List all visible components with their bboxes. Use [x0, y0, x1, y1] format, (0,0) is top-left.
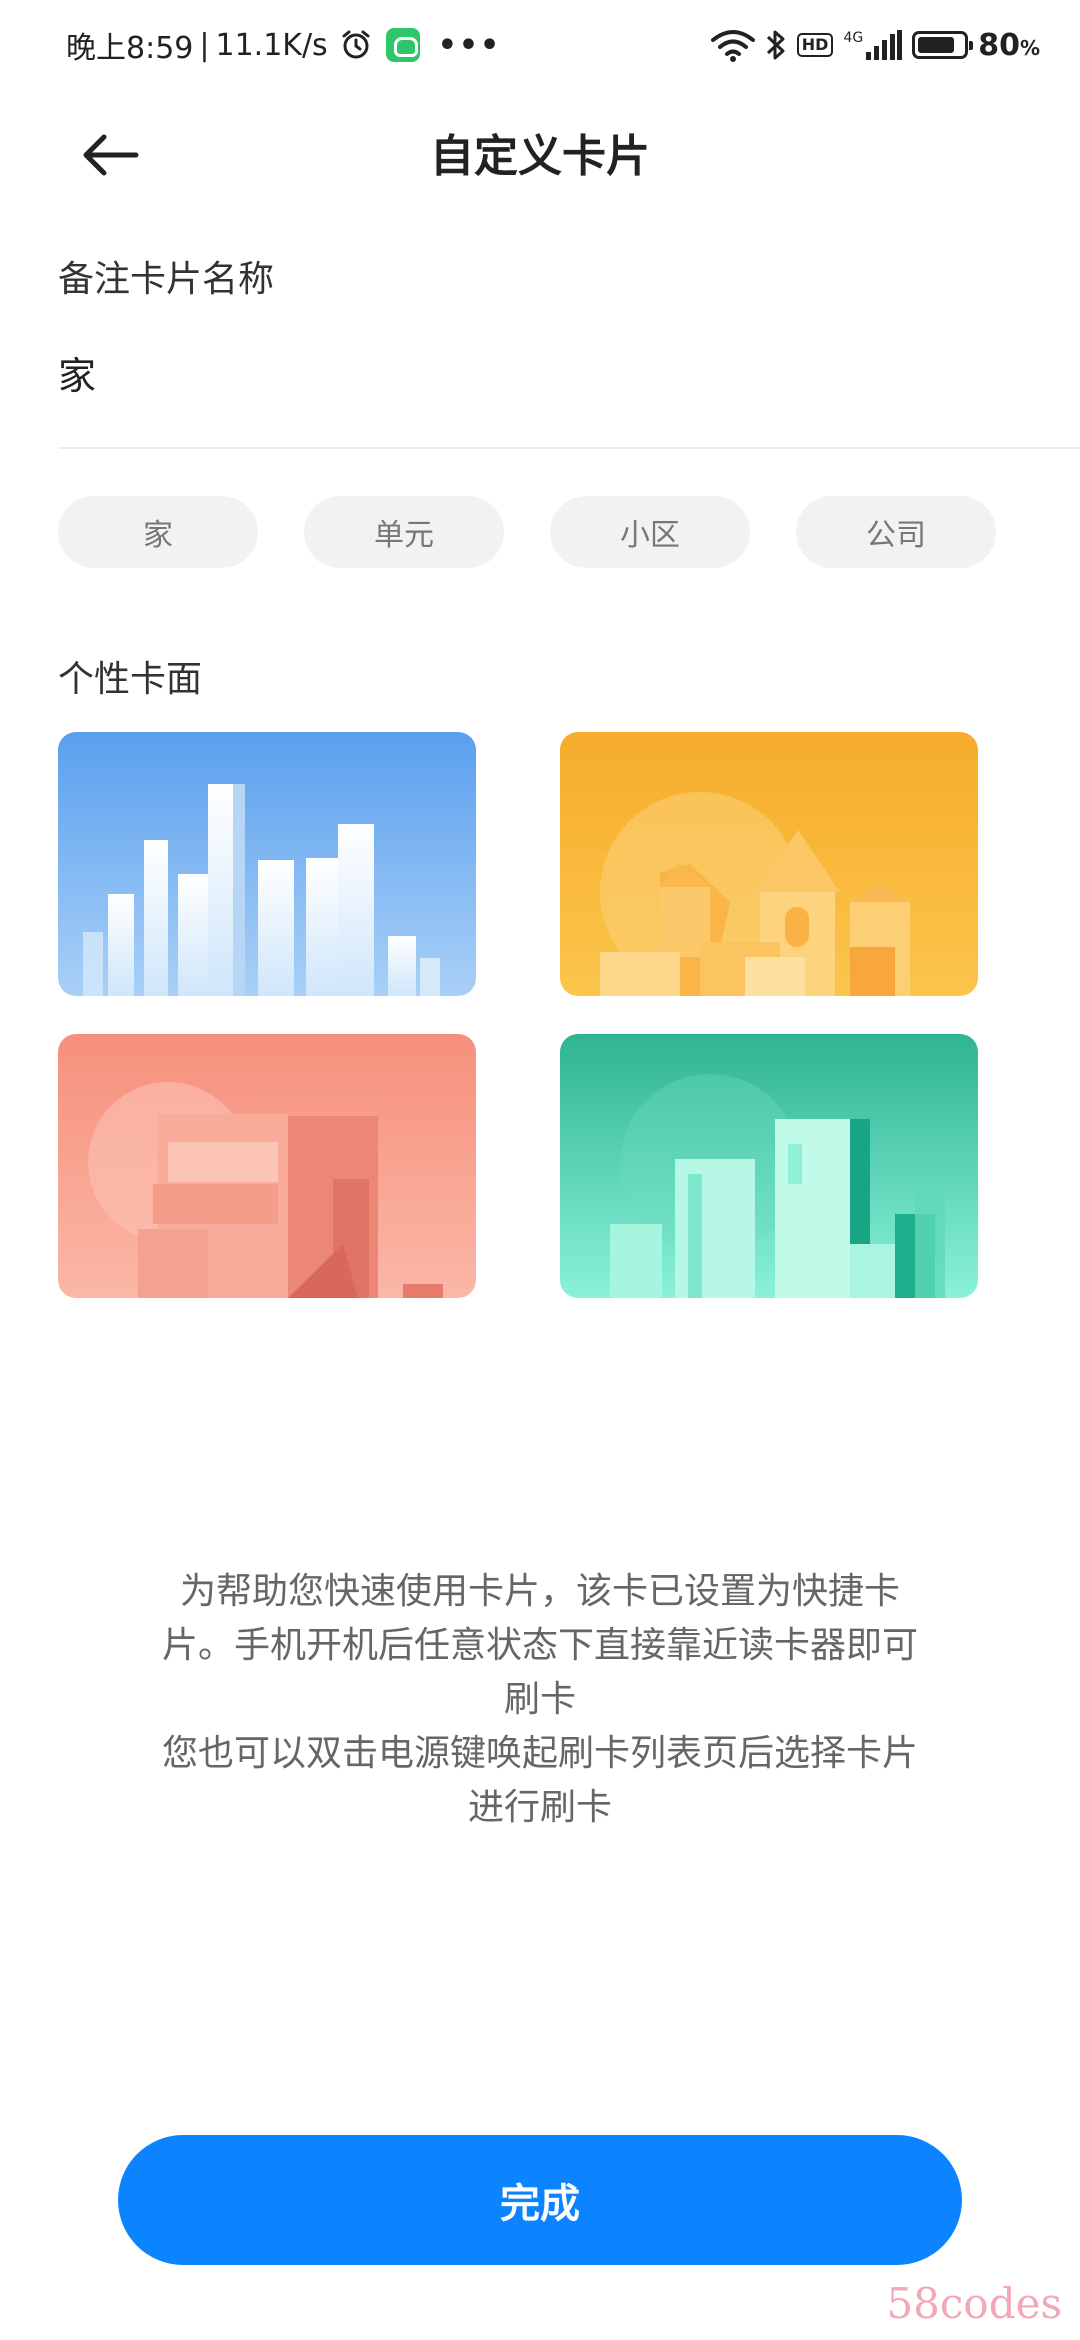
network-speed: 11.1K/s: [215, 27, 328, 63]
wifi-icon: [710, 30, 755, 62]
hd-voice-badge: HD: [796, 33, 834, 57]
alarm-clock-icon: [342, 30, 370, 59]
info-line-3: 刷卡: [503, 1679, 576, 1720]
status-time: 晚上8:59: [66, 31, 194, 66]
status-right: HD 4G 80%: [710, 22, 1040, 68]
card-face-coral-building[interactable]: [58, 1034, 476, 1298]
status-bar: 晚上8:59 | 11.1K/s ••• HD 4G 80%: [0, 0, 1080, 90]
shortcut-info-text: 为帮助您快速使用卡片，该卡已设置为快捷卡 片。手机开机后任意状态下直接靠近读卡器…: [100, 1565, 980, 1835]
battery-level: [918, 37, 955, 53]
card-name-label: 备注卡片名称: [58, 259, 275, 300]
battery-unit: %: [1019, 35, 1040, 60]
card-face-label: 个性卡面: [58, 659, 203, 700]
app-notification-icon: [385, 28, 420, 62]
battery-percentage: 80%: [978, 28, 1040, 63]
battery-icon: [912, 31, 974, 59]
chip-unit[interactable]: 单元: [304, 496, 504, 568]
bluetooth-icon: [766, 30, 785, 60]
watermark: 58codes: [886, 2279, 1062, 2328]
done-button[interactable]: 完成: [118, 2135, 962, 2265]
name-suggestion-chips: 家 单元 小区 公司: [58, 496, 996, 568]
more-notifications-icon: •••: [437, 27, 502, 63]
status-left: 晚上8:59 | 11.1K/s •••: [66, 22, 501, 68]
card-name-input[interactable]: 家: [58, 345, 96, 400]
battery-value: 80: [978, 27, 1020, 63]
info-line-2: 片。手机开机后任意状态下直接靠近读卡器即可: [161, 1625, 918, 1666]
info-line-4: 您也可以双击电源键唤起刷卡列表页后选择卡片: [161, 1733, 918, 1774]
status-separator: |: [199, 27, 210, 63]
chip-company[interactable]: 公司: [796, 496, 996, 568]
orange-houses-illustration: [560, 732, 978, 996]
card-face-blue-city[interactable]: [58, 732, 476, 996]
info-line-5: 进行刷卡: [467, 1787, 612, 1828]
card-face-orange-houses[interactable]: [560, 732, 978, 996]
chip-home[interactable]: 家: [58, 496, 258, 568]
info-line-1: 为帮助您快速使用卡片，该卡已设置为快捷卡: [179, 1571, 900, 1612]
teal-towers-illustration: [560, 1034, 978, 1298]
signal-group: 4G: [843, 30, 903, 60]
page-title: 自定义卡片: [430, 131, 650, 182]
network-type: 4G: [843, 30, 864, 46]
chip-community[interactable]: 小区: [550, 496, 750, 568]
signal-strength-icon: [866, 30, 903, 60]
coral-building-illustration: [58, 1034, 476, 1298]
card-face-teal-towers[interactable]: [560, 1034, 978, 1298]
input-divider: [58, 447, 1080, 449]
blue-city-illustration: [58, 732, 476, 996]
